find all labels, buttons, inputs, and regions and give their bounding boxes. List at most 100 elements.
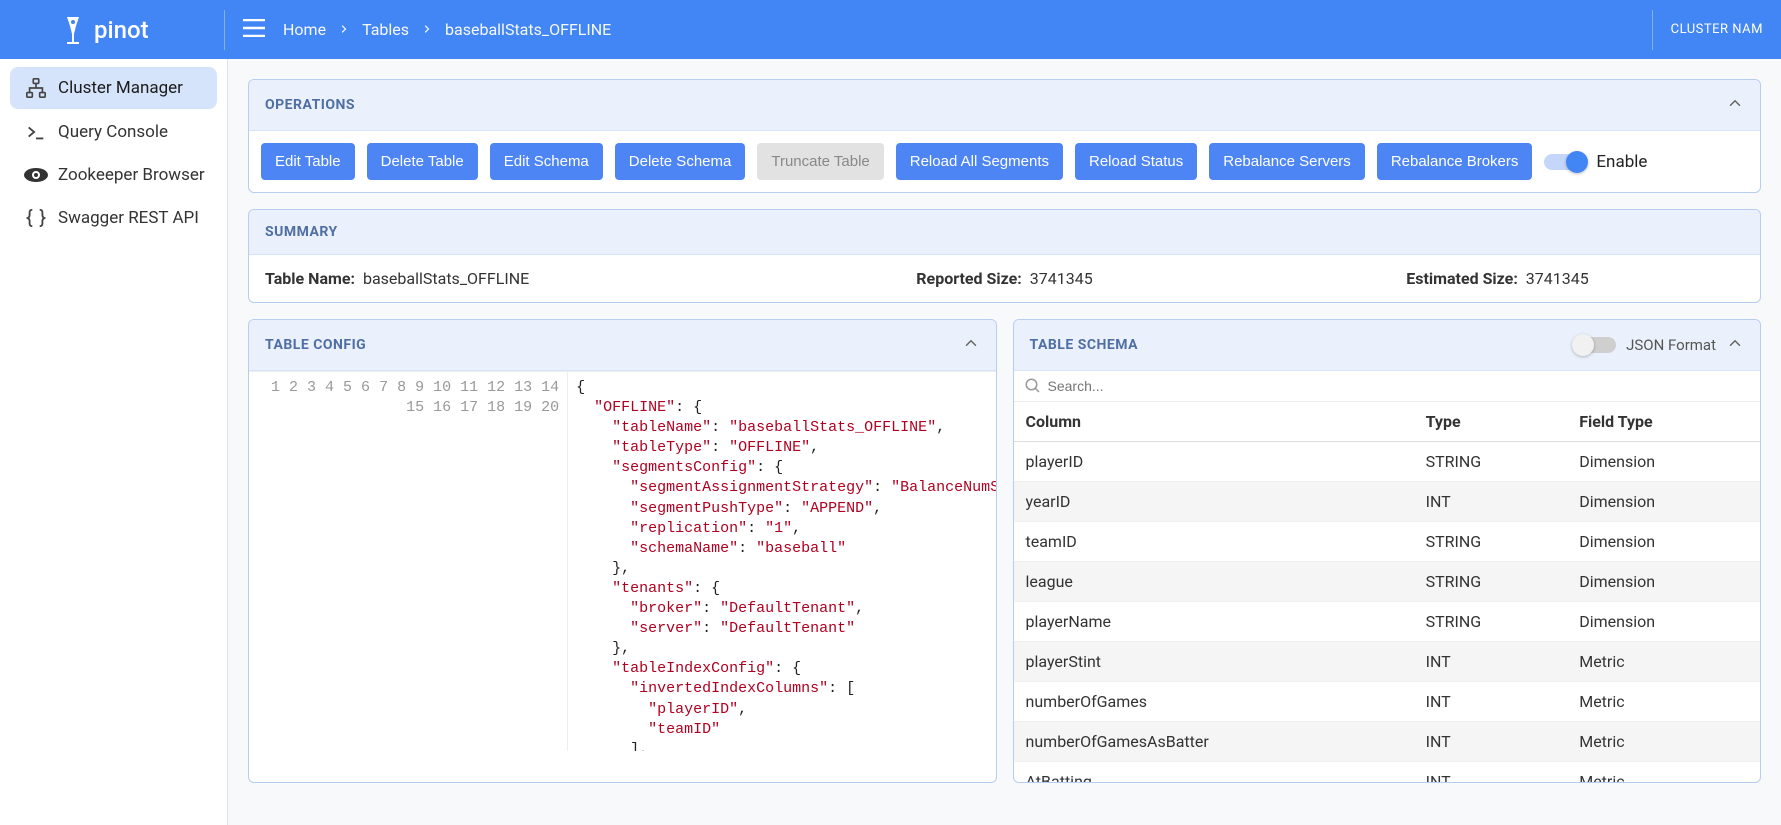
collapse-table-schema-button[interactable] [1726,334,1744,356]
summary-table-name: Table Name: baseballStats_OFFLINE [265,269,758,288]
summary-table-name-value: baseballStats_OFFLINE [363,269,529,288]
search-icon [1024,377,1042,395]
schema-cell-type: STRING [1414,442,1568,482]
cluster-name-chip[interactable]: CLUSTER NAM [1652,10,1781,50]
brand-name: pinot [94,16,149,44]
table-schema-title: TABLE SCHEMA [1030,337,1139,353]
schema-cell-column: teamID [1014,522,1414,562]
enable-label: Enable [1596,152,1647,172]
summary-reported-value: 3741345 [1030,269,1093,288]
schema-header-row: ColumnTypeField Type [1014,402,1761,442]
sidebar: Cluster Manager Query Console Zookeeper Br… [0,59,228,825]
schema-header-type[interactable]: Type [1414,402,1568,442]
schema-header-column[interactable]: Column [1014,402,1414,442]
sidebar-item-label: Cluster Manager [58,78,183,98]
table-config-title: TABLE CONFIG [265,337,366,353]
schema-row[interactable]: numberOfGamesAsBatterINTMetric [1014,722,1761,762]
schema-cell-type: STRING [1414,522,1568,562]
rebalance-brokers-button[interactable]: Rebalance Brokers [1377,143,1533,180]
collapse-table-config-button[interactable] [962,334,980,356]
schema-cell-column: AtBatting [1014,762,1414,783]
rebalance-servers-button[interactable]: Rebalance Servers [1209,143,1365,180]
eye-icon [22,167,50,183]
schema-cell-column: playerID [1014,442,1414,482]
json-format-toggle[interactable]: JSON Format [1574,336,1716,354]
schema-cell-fieldType: Metric [1567,682,1760,722]
menu-icon [243,19,265,37]
hierarchy-icon [22,77,50,99]
schema-table: ColumnTypeField Type playerIDSTRINGDimen… [1014,402,1761,782]
reload-status-button[interactable]: Reload Status [1075,143,1197,180]
breadcrumb-item[interactable]: Tables [362,20,409,39]
schema-cell-column: playerStint [1014,642,1414,682]
summary-estimated-size: Estimated Size: 3741345 [1251,269,1744,288]
reload-all-segments-button[interactable]: Reload All Segments [896,143,1063,180]
schema-row[interactable]: playerNameSTRINGDimension [1014,602,1761,642]
summary-reported-label: Reported Size: [916,269,1021,288]
schema-cell-fieldType: Metric [1567,642,1760,682]
chevron-up-icon [1726,94,1744,112]
truncate-table-button: Truncate Table [757,143,883,180]
summary-estimated-value: 3741345 [1526,269,1589,288]
delete-table-button[interactable]: Delete Table [367,143,478,180]
enable-toggle[interactable]: Enable [1544,152,1647,172]
schema-header-field-type[interactable]: Field Type [1567,402,1760,442]
schema-row[interactable]: yearIDINTDimension [1014,482,1761,522]
schema-row[interactable]: playerStintINTMetric [1014,642,1761,682]
schema-cell-column: yearID [1014,482,1414,522]
chevron-up-icon [962,334,980,352]
menu-toggle-button[interactable] [243,19,265,41]
schema-row[interactable]: AtBattingINTMetric [1014,762,1761,783]
edit-schema-button[interactable]: Edit Schema [490,143,603,180]
schema-search[interactable] [1014,371,1761,402]
prompt-icon [22,121,50,143]
sidebar-item-query-console[interactable]: Query Console [10,111,217,153]
schema-cell-type: INT [1414,722,1568,762]
schema-search-input[interactable] [1048,378,1751,394]
logo[interactable]: pinot [0,14,214,46]
json-format-label: JSON Format [1626,336,1716,354]
schema-cell-fieldType: Dimension [1567,522,1760,562]
collapse-operations-button[interactable] [1726,94,1744,116]
edit-table-button[interactable]: Edit Table [261,143,355,180]
divider [224,10,225,50]
chevron-up-icon [1726,334,1744,352]
schema-cell-fieldType: Dimension [1567,482,1760,522]
schema-cell-column: numberOfGames [1014,682,1414,722]
sidebar-item-label: Zookeeper Browser [58,165,205,185]
table-config-code[interactable]: 1 2 3 4 5 6 7 8 9 10 11 12 13 14 15 16 1… [249,371,996,751]
breadcrumb: HomeTablesbaseballStats_OFFLINE [283,20,611,39]
schema-cell-fieldType: Dimension [1567,562,1760,602]
summary-title: SUMMARY [265,224,338,240]
sidebar-item-zookeeper-browser[interactable]: Zookeeper Browser [10,155,217,195]
sidebar-item-swagger-rest-api[interactable]: Swagger REST API [10,197,217,239]
breadcrumb-item[interactable]: Home [283,20,326,39]
schema-cell-column: numberOfGamesAsBatter [1014,722,1414,762]
schema-cell-fieldType: Metric [1567,722,1760,762]
schema-row[interactable]: playerIDSTRINGDimension [1014,442,1761,482]
summary-panel: SUMMARY Table Name: baseballStats_OFFLIN… [248,209,1761,303]
table-schema-panel: TABLE SCHEMA JSON Format [1013,319,1762,783]
table-config-panel: TABLE CONFIG 1 2 3 4 5 6 7 8 9 10 11 12 … [248,319,997,783]
sidebar-item-label: Query Console [58,122,168,142]
schema-row[interactable]: leagueSTRINGDimension [1014,562,1761,602]
operations-panel: OPERATIONS Edit TableDelete TableEdit Sc… [248,79,1761,193]
delete-schema-button[interactable]: Delete Schema [615,143,746,180]
main-content: OPERATIONS Edit TableDelete TableEdit Sc… [228,59,1781,825]
schema-cell-type: INT [1414,762,1568,783]
schema-cell-type: STRING [1414,562,1568,602]
schema-row[interactable]: numberOfGamesINTMetric [1014,682,1761,722]
summary-estimated-label: Estimated Size: [1406,269,1518,288]
schema-cell-fieldType: Metric [1567,762,1760,783]
summary-table-name-label: Table Name: [265,269,355,288]
enable-switch[interactable] [1544,154,1586,170]
schema-cell-type: INT [1414,482,1568,522]
schema-cell-type: INT [1414,682,1568,722]
summary-row: Table Name: baseballStats_OFFLINE Report… [249,255,1760,302]
schema-row[interactable]: teamIDSTRINGDimension [1014,522,1761,562]
sidebar-item-cluster-manager[interactable]: Cluster Manager [10,67,217,109]
schema-cell-column: league [1014,562,1414,602]
chevron-right-icon [421,20,433,39]
summary-reported-size: Reported Size: 3741345 [758,269,1251,288]
json-format-switch[interactable] [1574,337,1616,353]
